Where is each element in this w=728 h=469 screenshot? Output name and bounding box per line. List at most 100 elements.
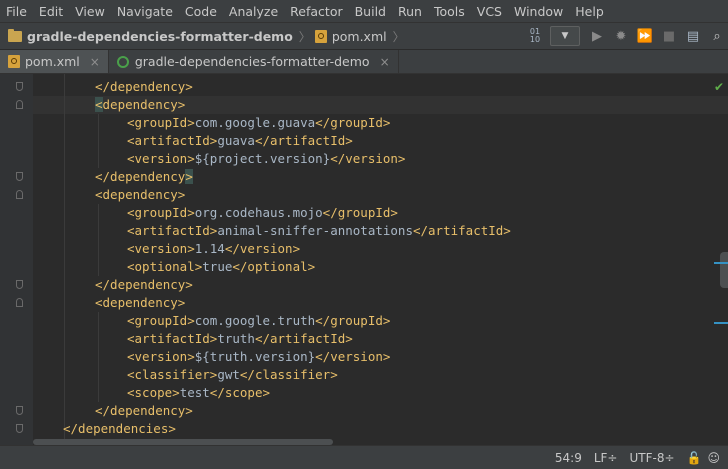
indent-guide <box>64 74 65 445</box>
fold-marker[interactable] <box>16 172 23 181</box>
xml-text: com.google.guava <box>194 115 316 130</box>
code-editor[interactable]: </dependency> <dependency> <groupId>com.go… <box>0 74 728 445</box>
inspector-icon[interactable]: ☺ <box>707 451 720 465</box>
stop-icon[interactable]: ■ <box>658 25 680 47</box>
code-line[interactable]: <dependency> <box>95 294 185 312</box>
chevron-right-icon: 〉 <box>298 29 311 44</box>
run-configuration-dropdown[interactable]: ▼ <box>550 26 580 46</box>
breadcrumb-project[interactable]: gradle-dependencies-formatter-demo 〉 <box>8 28 315 45</box>
code-line[interactable]: <artifactId>guava</artifactId> <box>127 132 353 150</box>
breadcrumb-project-label: gradle-dependencies-formatter-demo <box>27 28 293 44</box>
coverage-icon[interactable]: ⏩ <box>634 25 656 47</box>
vertical-scrollbar[interactable] <box>720 252 728 288</box>
xml-tag: <groupId> <box>127 205 195 220</box>
code-line[interactable]: <dependency> <box>95 96 185 114</box>
code-line[interactable]: </dependency> <box>95 78 193 96</box>
fold-marker[interactable] <box>16 100 23 109</box>
code-line[interactable]: <groupId>com.google.guava</groupId> <box>127 114 390 132</box>
fold-marker[interactable] <box>16 190 23 199</box>
menu-help[interactable]: Help <box>569 4 610 19</box>
search-icon[interactable]: ⌕ <box>706 25 728 47</box>
menu-tools[interactable]: Tools <box>428 4 471 19</box>
indent-guide <box>98 312 99 402</box>
lock-icon[interactable]: 🔓 <box>687 451 702 465</box>
xml-tag: </version> <box>315 349 391 364</box>
menu-view[interactable]: View <box>69 4 111 19</box>
tab-project[interactable]: gradle-dependencies-formatter-demo × <box>109 50 399 73</box>
project-structure-icon[interactable]: ▤ <box>682 25 704 47</box>
xml-text: test <box>179 385 210 400</box>
fold-marker[interactable] <box>16 424 23 433</box>
change-marker <box>714 322 728 324</box>
fold-marker[interactable] <box>16 82 23 91</box>
xml-tag: </dependencies> <box>63 421 176 436</box>
xml-text: com.google.truth <box>194 313 316 328</box>
code-line[interactable]: </dependency> <box>95 276 193 294</box>
xml-tag: </version> <box>330 151 406 166</box>
menu-code[interactable]: Code <box>179 4 223 19</box>
menu-bar: File Edit View Navigate Code Analyze Ref… <box>0 0 728 22</box>
menu-vcs[interactable]: VCS <box>471 4 508 19</box>
xml-tag: <dependency> <box>95 295 186 310</box>
menu-refactor[interactable]: Refactor <box>284 4 348 19</box>
code-line[interactable]: <groupId>org.codehaus.mojo</groupId> <box>127 204 398 222</box>
run-icon[interactable]: ▶ <box>586 25 608 47</box>
code-line[interactable]: <version>${project.version}</version> <box>127 150 405 168</box>
close-icon[interactable]: × <box>90 55 100 69</box>
xml-tag: </version> <box>224 241 301 256</box>
xml-tag: </optional> <box>232 259 316 274</box>
folder-icon <box>8 28 22 42</box>
menu-analyze[interactable]: Analyze <box>223 4 284 19</box>
menu-file[interactable]: File <box>0 4 33 19</box>
tab-pom-xml[interactable]: pom.xml × <box>0 50 109 73</box>
xml-tag: <version> <box>127 151 195 166</box>
editor-tabs: pom.xml × gradle-dependencies-formatter-… <box>0 50 728 74</box>
code-line[interactable]: <optional>true</optional> <box>127 258 315 276</box>
xml-tag: <groupId> <box>127 313 195 328</box>
xml-tag: </dependency> <box>95 169 193 184</box>
line-separator[interactable]: LF÷ <box>594 451 618 465</box>
menu-run[interactable]: Run <box>392 4 428 19</box>
fold-marker[interactable] <box>16 298 23 307</box>
xml-tag: </scope> <box>209 385 271 400</box>
xml-text: ${project.version} <box>194 151 331 166</box>
code-line[interactable]: </dependency> <box>95 168 193 186</box>
xml-tag: <artifactId> <box>127 133 218 148</box>
breadcrumb-file[interactable]: pom.xml 〉 <box>314 28 409 45</box>
close-icon[interactable]: × <box>380 55 390 69</box>
xml-tag: <classifier> <box>127 367 218 382</box>
code-line[interactable]: <groupId>com.google.truth</groupId> <box>127 312 390 330</box>
code-line[interactable]: <artifactId>truth</artifactId> <box>127 330 353 348</box>
caret-position[interactable]: 54:9 <box>555 451 582 465</box>
xml-tag: </classifier> <box>239 367 338 382</box>
check-icon: ✔ <box>713 80 724 94</box>
xml-file-icon <box>314 29 327 43</box>
fold-marker[interactable] <box>16 406 23 415</box>
code-line[interactable]: </dependencies> <box>63 420 176 438</box>
code-line[interactable]: <scope>test</scope> <box>127 384 270 402</box>
xml-text: ${truth.version} <box>194 349 316 364</box>
menu-edit[interactable]: Edit <box>33 4 69 19</box>
menu-build[interactable]: Build <box>349 4 392 19</box>
menu-window[interactable]: Window <box>508 4 569 19</box>
code-line[interactable]: <version>${truth.version}</version> <box>127 348 390 366</box>
code-line[interactable]: <dependency> <box>95 186 185 204</box>
fold-marker[interactable] <box>16 280 23 289</box>
menu-navigate[interactable]: Navigate <box>111 4 179 19</box>
debug-icon[interactable]: ✹ <box>610 25 632 47</box>
xml-tag: </artifactId> <box>254 331 353 346</box>
xml-text: org.codehaus.mojo <box>194 205 323 220</box>
file-encoding[interactable]: UTF-8÷ <box>629 451 674 465</box>
xml-tag: </groupId> <box>315 313 391 328</box>
code-line[interactable]: <version>1.14</version> <box>127 240 300 258</box>
xml-tag: </groupId> <box>315 115 391 130</box>
xml-file-icon <box>8 55 20 68</box>
binary-icon[interactable]: 01 10 <box>524 25 546 47</box>
indent-guide <box>98 204 99 276</box>
xml-tag: </artifactId> <box>412 223 511 238</box>
breadcrumb-file-label: pom.xml <box>331 28 387 44</box>
code-line[interactable]: </dependency> <box>95 402 193 420</box>
toolbar: 01 10 ▼ ▶ ✹ ⏩ ■ ▤ ⌕ <box>522 23 728 49</box>
code-line[interactable]: <artifactId>animal-sniffer-annotations</… <box>127 222 511 240</box>
code-line[interactable]: <classifier>gwt</classifier> <box>127 366 338 384</box>
